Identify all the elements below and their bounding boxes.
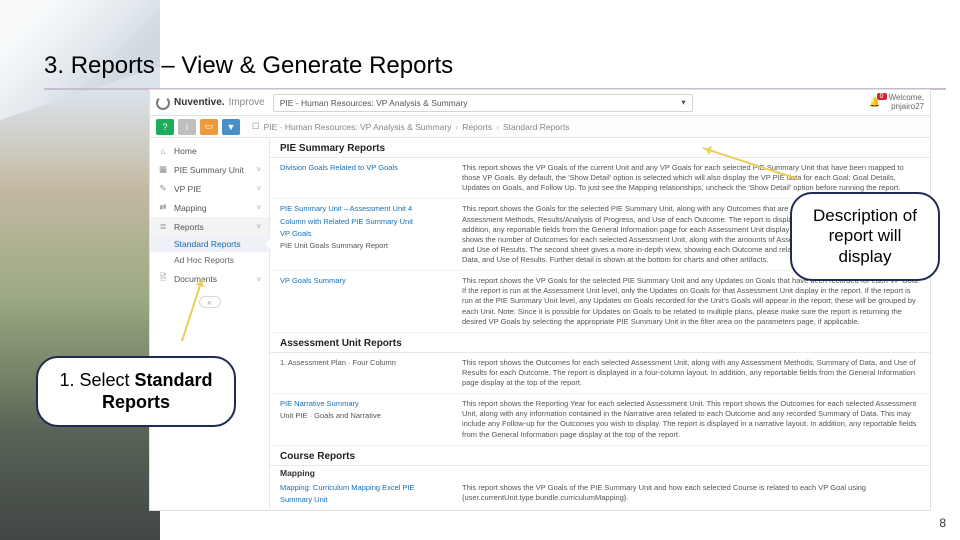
sidebar: ⌂ Home ▦ PIE Summary Unit ˅ ✎ VP PIE ˅ ⇄ Mappi… <box>150 138 270 510</box>
nav-home[interactable]: ⌂ Home <box>150 142 269 160</box>
nav-label: Mapping <box>174 203 207 213</box>
filter-button[interactable]: ▼ <box>222 119 240 135</box>
report-name-line: Summary Unit <box>280 495 450 505</box>
report-name: VP Goals Summary <box>280 276 450 327</box>
report-description: This report shows the Reporting Year for… <box>462 399 920 440</box>
collapse-sidebar-button[interactable]: « <box>199 296 221 308</box>
report-description: This report shows the VP Goals of the cu… <box>462 163 920 193</box>
pencil-icon: ✎ <box>158 183 168 194</box>
chevron-right-icon: › <box>455 122 458 132</box>
callout-action: Select <box>79 370 134 390</box>
slide-title-area: 3. Reports – View & Generate Reports <box>44 52 946 90</box>
app-screenshot: Nuventive. Improve PIE - Human Resources… <box>150 90 930 510</box>
brand-logo-icon <box>156 96 170 110</box>
chevron-down-icon: ˅ <box>256 222 261 231</box>
home-icon: ⌂ <box>158 146 168 156</box>
nav-mapping[interactable]: ⇄ Mapping ˅ <box>150 198 269 217</box>
section-course: Course Reports <box>270 446 930 466</box>
title-text: Reports – View & Generate Reports <box>71 52 453 79</box>
toolbar: ? i ▭ ▼ ☐ PIE · Human Resources: VP Anal… <box>150 116 930 138</box>
report-name-line: Unit PIE · Goals and Narrative <box>280 411 450 421</box>
report-description: This report shows the VP Goals for the s… <box>462 276 920 327</box>
nav-standard-reports[interactable]: Standard Reports <box>150 236 269 252</box>
app-header: Nuventive. Improve PIE - Human Resources… <box>150 90 930 116</box>
page-number: 8 <box>939 516 946 530</box>
nav-label: PIE Summary Unit <box>174 165 244 175</box>
chevron-down-icon: ▾ <box>681 97 685 108</box>
nav-label: Home <box>174 146 197 156</box>
welcome-user: pnjairo27 <box>889 103 924 112</box>
report-name-line: Column with Related PIE Summary Unit <box>280 217 450 227</box>
nav-pie-summary[interactable]: ▦ PIE Summary Unit ˅ <box>150 160 269 179</box>
brand-subname: Improve <box>229 97 265 108</box>
nav-reports[interactable]: ≣ Reports ˅ <box>150 217 269 236</box>
section-pie-summary: PIE Summary Reports <box>270 138 930 158</box>
alert-badge: 0 <box>877 93 887 100</box>
help-button[interactable]: ? <box>156 119 174 135</box>
chevron-down-icon: ˅ <box>256 184 261 193</box>
report-row[interactable]: 1. Assessment Plan · Four Column This re… <box>270 353 930 394</box>
report-name: 1. Assessment Plan · Four Column <box>280 358 450 388</box>
bell-icon[interactable]: 🔔 0 <box>869 97 880 108</box>
mapping-label: Mapping <box>270 466 930 478</box>
report-name: PIE Summary Unit – Assessment Unit 4 Col… <box>280 204 450 265</box>
crumb-2[interactable]: Reports <box>462 122 492 132</box>
nav-label: Reports <box>174 222 204 232</box>
map-icon: ⇄ <box>158 202 168 213</box>
report-row[interactable]: PIE Narrative Summary Unit PIE · Goals a… <box>270 394 930 446</box>
report-description: This report shows the Outcomes for each … <box>462 358 920 388</box>
callout-prefix: 1. <box>59 370 79 390</box>
callout-description: Description of report will display <box>790 192 940 281</box>
folder-button[interactable]: ▭ <box>200 119 218 135</box>
report-row[interactable]: Mapping: Curriculum Mapping Excel PIE Su… <box>270 478 930 510</box>
report-name: Mapping: Curriculum Mapping Excel PIE Su… <box>280 483 450 505</box>
document-icon: 🗎 <box>158 272 168 286</box>
nav-vp-pie[interactable]: ✎ VP PIE ˅ <box>150 179 269 198</box>
report-name-line: Mapping: Curriculum Mapping Excel PIE <box>280 483 415 492</box>
report-name-line: PIE Narrative Summary <box>280 399 359 408</box>
nav-label: VP PIE <box>174 184 201 194</box>
chevron-down-icon: ˅ <box>256 275 261 284</box>
chevron-down-icon: ˅ <box>256 203 261 212</box>
crumb-3: Standard Reports <box>503 122 570 132</box>
slide-title: 3. Reports – View & Generate Reports <box>44 52 946 80</box>
chevron-down-icon: ˅ <box>256 165 261 174</box>
report-name-line: VP Goals <box>280 229 450 239</box>
report-name-line: PIE Summary Unit – Assessment Unit 4 <box>280 204 412 213</box>
crumb-1[interactable]: PIE · Human Resources: VP Analysis & Sum… <box>264 122 452 132</box>
welcome-block[interactable]: Welcome, pnjairo27 <box>889 94 924 112</box>
chevron-right-icon: › <box>496 122 499 132</box>
breadcrumb: ☐ PIE · Human Resources: VP Analysis & S… <box>252 121 570 132</box>
layout-icon: ☐ <box>252 121 260 132</box>
brand-name: Nuventive. <box>174 97 225 108</box>
nav-documents[interactable]: 🗎Documents˅ <box>150 268 269 290</box>
nav-adhoc-reports[interactable]: Ad Hoc Reports <box>150 252 269 268</box>
report-name: Division Goals Related to VP Goals <box>280 163 450 193</box>
callout-text: Description of report will display <box>813 206 917 266</box>
info-button[interactable]: i <box>178 119 196 135</box>
unit-picker[interactable]: PIE - Human Resources: VP Analysis & Sum… <box>273 94 693 112</box>
report-name: PIE Narrative Summary Unit PIE · Goals a… <box>280 399 450 440</box>
section-assessment-unit: Assessment Unit Reports <box>270 333 930 353</box>
report-description: This report shows the VP Goals of the PI… <box>462 483 920 505</box>
report-name-line: PIE Unit Goals Summary Report <box>280 241 450 251</box>
callout-step-1: 1. Select Standard Reports <box>36 356 236 427</box>
slide: 3. Reports – View & Generate Reports Nuv… <box>0 0 960 540</box>
header-right: 🔔 0 Welcome, pnjairo27 <box>869 94 924 112</box>
brand: Nuventive. Improve <box>156 96 265 110</box>
unit-picker-label: PIE - Human Resources: VP Analysis & Sum… <box>280 98 468 108</box>
grid-icon: ▦ <box>158 164 168 175</box>
title-prefix: 3. <box>44 52 71 79</box>
report-icon: ≣ <box>158 221 168 232</box>
